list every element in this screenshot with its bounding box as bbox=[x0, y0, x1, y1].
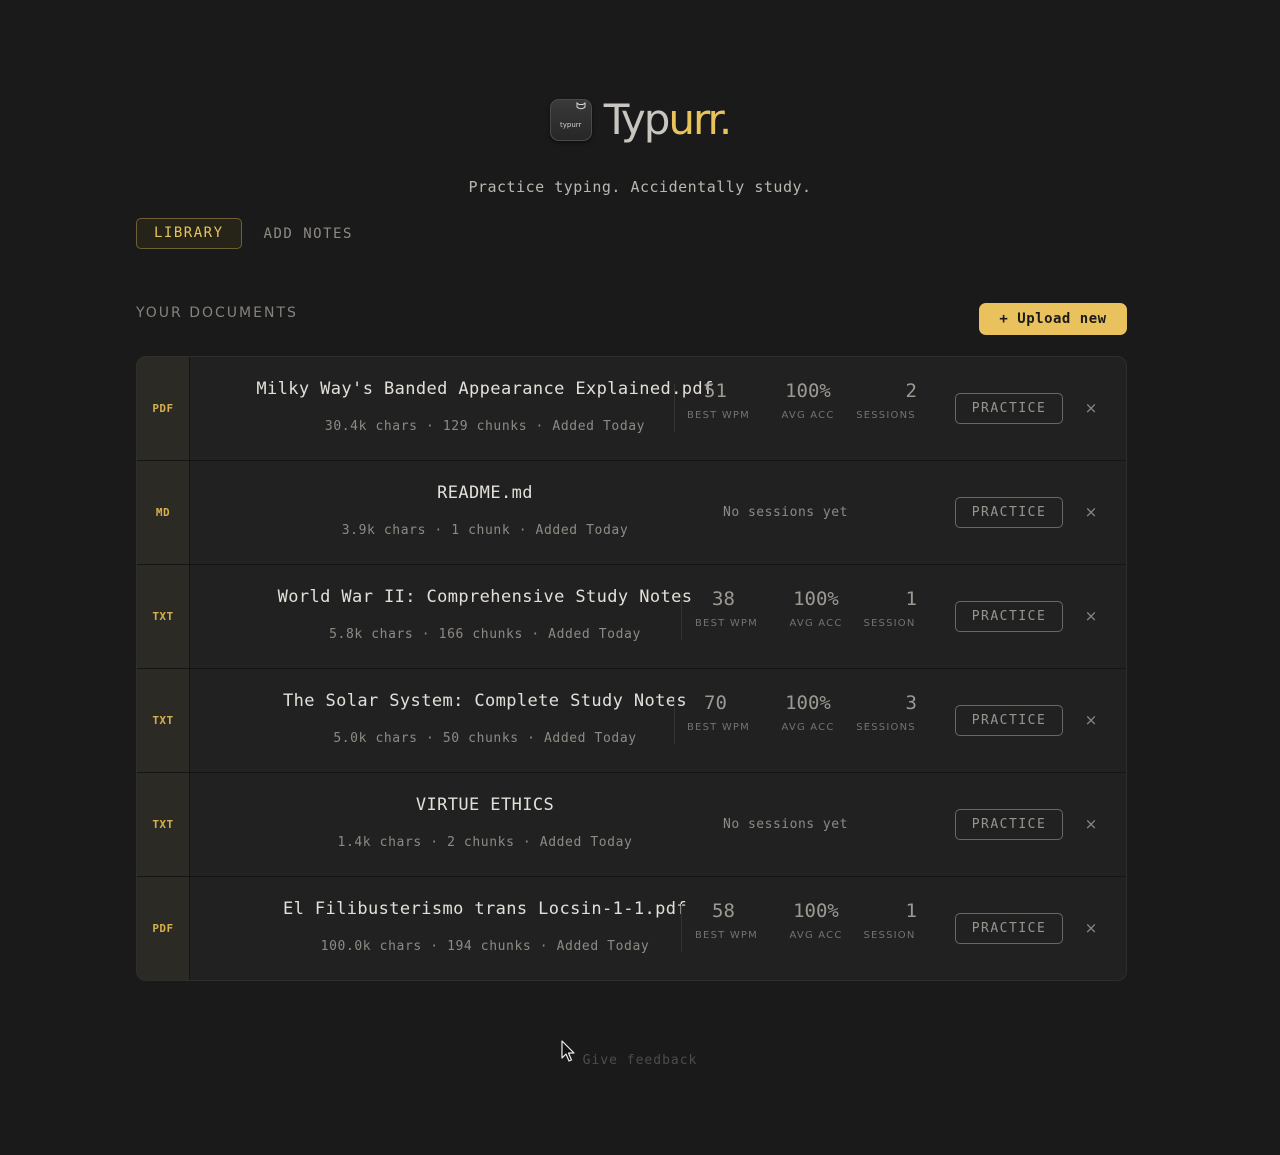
section-title: YOUR DOCUMENTS bbox=[136, 305, 298, 321]
app-title: Typurr. bbox=[603, 95, 733, 144]
tagline: Practice typing. Accidentally study. bbox=[468, 178, 812, 196]
app-logo: typurr bbox=[549, 99, 592, 141]
stat-best-wpm-value: 70 bbox=[704, 692, 727, 714]
document-list: PDF Milky Way's Banded Appearance Explain… bbox=[136, 356, 1127, 981]
stat-best-wpm-label: BEST WPM bbox=[687, 722, 750, 733]
document-row: TXT The Solar System: Complete Study Note… bbox=[137, 669, 1126, 773]
document-meta: 1.4k chars · 2 chunks · Added Today bbox=[337, 835, 633, 850]
file-type-badge: PDF bbox=[137, 357, 190, 460]
no-sessions-text: No sessions yet bbox=[723, 505, 848, 520]
file-type-badge: TXT bbox=[137, 669, 190, 772]
stat-sessions: 1 SESSION bbox=[852, 899, 927, 941]
stat-best-wpm: 70 BEST WPM bbox=[687, 691, 750, 733]
stat-avg-acc: 100% AVG ACC bbox=[777, 587, 855, 629]
document-title: README.md bbox=[437, 483, 533, 503]
stat-avg-acc: 100% AVG ACC bbox=[769, 379, 847, 421]
stat-avg-acc-value: 100% bbox=[793, 588, 839, 610]
stat-avg-acc: 100% AVG ACC bbox=[777, 899, 855, 941]
document-meta: 5.0k chars · 50 chunks · Added Today bbox=[333, 731, 637, 746]
practice-button[interactable]: PRACTICE bbox=[955, 705, 1063, 736]
file-type-badge: TXT bbox=[137, 565, 190, 668]
document-title: VIRTUE ETHICS bbox=[415, 795, 555, 815]
practice-button[interactable]: PRACTICE bbox=[955, 497, 1063, 528]
delete-icon[interactable]: × bbox=[1081, 605, 1101, 627]
document-info: World War II: Comprehensive Study Notes 5… bbox=[190, 565, 780, 668]
stat-avg-acc-label: AVG ACC bbox=[781, 722, 835, 733]
delete-icon[interactable]: × bbox=[1081, 813, 1101, 835]
cat-icon bbox=[576, 102, 586, 110]
stat-sessions-label: SESSIONS bbox=[856, 722, 916, 733]
stat-avg-acc: 100% AVG ACC bbox=[769, 691, 847, 733]
stat-best-wpm-value: 38 bbox=[712, 588, 735, 610]
stat-best-wpm: 58 BEST WPM bbox=[695, 899, 758, 941]
document-row: PDF El Filibusterismo trans Locsin-1-1.pd… bbox=[137, 877, 1126, 980]
stat-avg-acc-value: 100% bbox=[785, 692, 831, 714]
document-row: PDF Milky Way's Banded Appearance Explain… bbox=[137, 357, 1126, 461]
stat-sessions: 1 SESSION bbox=[852, 587, 927, 629]
file-type-badge: MD bbox=[137, 461, 190, 564]
delete-icon[interactable]: × bbox=[1081, 917, 1101, 939]
stat-avg-acc-label: AVG ACC bbox=[789, 618, 843, 629]
stat-best-wpm: 51 BEST WPM bbox=[687, 379, 750, 421]
upload-new-button[interactable]: + Upload new bbox=[979, 303, 1127, 335]
tab-add-notes[interactable]: ADD NOTES bbox=[264, 219, 353, 249]
document-meta: 3.9k chars · 1 chunk · Added Today bbox=[341, 523, 629, 538]
practice-button[interactable]: PRACTICE bbox=[955, 601, 1063, 632]
stats-divider bbox=[681, 592, 682, 640]
practice-button[interactable]: PRACTICE bbox=[955, 393, 1063, 424]
app-title-part2: urr. bbox=[668, 95, 732, 144]
document-title: World War II: Comprehensive Study Notes bbox=[277, 587, 693, 607]
stat-best-wpm: 38 BEST WPM bbox=[695, 587, 758, 629]
mouse-cursor-icon bbox=[561, 1040, 575, 1062]
document-meta: 100.0k chars · 194 chunks · Added Today bbox=[320, 939, 650, 954]
stats-divider bbox=[681, 904, 682, 952]
stat-avg-acc-label: AVG ACC bbox=[789, 930, 843, 941]
stats-divider bbox=[674, 696, 675, 744]
tab-library[interactable]: LIBRARY bbox=[136, 218, 242, 249]
stat-sessions-label: SESSIONS bbox=[856, 410, 916, 421]
stat-avg-acc-label: AVG ACC bbox=[781, 410, 835, 421]
stat-sessions: 2 SESSIONS bbox=[845, 379, 927, 421]
stat-best-wpm-label: BEST WPM bbox=[695, 618, 758, 629]
app-title-part1: Typ bbox=[603, 95, 671, 144]
stat-best-wpm-label: BEST WPM bbox=[695, 930, 758, 941]
stat-avg-acc-value: 100% bbox=[785, 380, 831, 402]
practice-button[interactable]: PRACTICE bbox=[955, 809, 1063, 840]
brand-header: typurr Typurr. bbox=[0, 96, 1280, 144]
document-meta: 5.8k chars · 166 chunks · Added Today bbox=[329, 627, 641, 642]
delete-icon[interactable]: × bbox=[1081, 397, 1101, 419]
practice-button[interactable]: PRACTICE bbox=[955, 913, 1063, 944]
delete-icon[interactable]: × bbox=[1081, 501, 1101, 523]
stat-best-wpm-value: 51 bbox=[704, 380, 727, 402]
document-row: TXT VIRTUE ETHICS 1.4k chars · 2 chunks · … bbox=[137, 773, 1126, 877]
file-type-badge: PDF bbox=[137, 877, 190, 980]
stat-sessions-label: SESSION bbox=[863, 618, 916, 629]
tab-bar: LIBRARY ADD NOTES bbox=[136, 218, 353, 249]
document-title: El Filibusterismo trans Locsin-1-1.pdf bbox=[282, 899, 688, 919]
stat-sessions-value: 2 bbox=[905, 380, 917, 402]
stats-divider bbox=[674, 384, 675, 432]
file-type-badge: TXT bbox=[137, 773, 190, 876]
stat-best-wpm-label: BEST WPM bbox=[687, 410, 750, 421]
document-info: README.md 3.9k chars · 1 chunk · Added To… bbox=[190, 461, 780, 564]
stat-best-wpm-value: 58 bbox=[712, 900, 735, 922]
document-row: MD README.md 3.9k chars · 1 chunk · Added … bbox=[137, 461, 1126, 565]
stat-sessions-value: 3 bbox=[905, 692, 917, 714]
delete-icon[interactable]: × bbox=[1081, 709, 1101, 731]
no-sessions-text: No sessions yet bbox=[723, 817, 848, 832]
stat-sessions-value: 1 bbox=[905, 588, 917, 610]
stat-sessions-label: SESSION bbox=[863, 930, 916, 941]
document-info: VIRTUE ETHICS 1.4k chars · 2 chunks · Add… bbox=[190, 773, 780, 876]
stat-sessions: 3 SESSIONS bbox=[845, 691, 927, 733]
stat-avg-acc-value: 100% bbox=[793, 900, 839, 922]
document-info: El Filibusterismo trans Locsin-1-1.pdf 10… bbox=[190, 877, 780, 980]
stat-sessions-value: 1 bbox=[905, 900, 917, 922]
logo-text: typurr bbox=[560, 121, 582, 129]
give-feedback-link[interactable]: Give feedback bbox=[0, 1053, 1280, 1068]
document-row: TXT World War II: Comprehensive Study Not… bbox=[137, 565, 1126, 669]
document-meta: 30.4k chars · 129 chunks · Added Today bbox=[324, 419, 646, 434]
